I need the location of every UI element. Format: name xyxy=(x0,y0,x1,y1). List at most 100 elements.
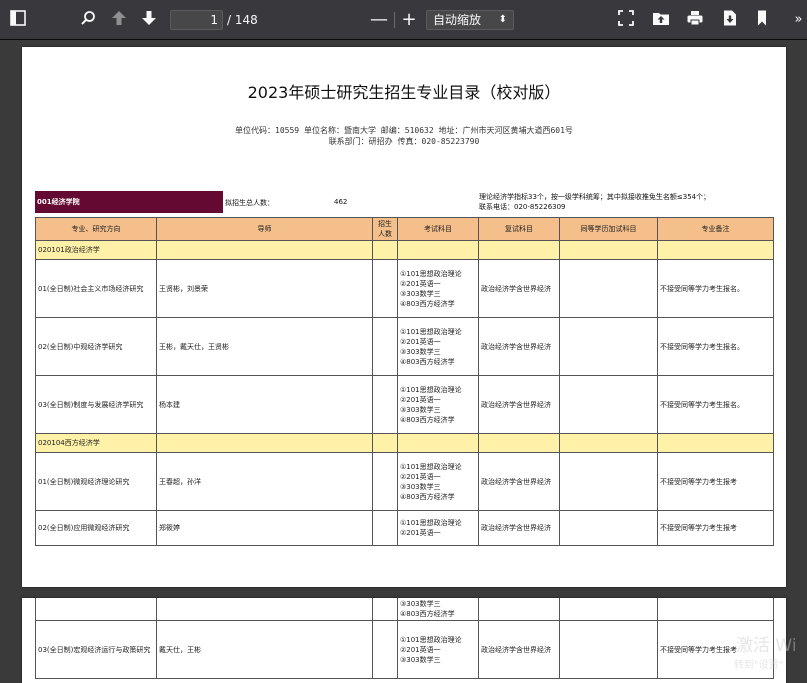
exam-subject-line: ④803西方经济学 xyxy=(400,357,455,366)
direction-name: 01(全日制)社会主义市场经济研究 xyxy=(35,259,157,318)
presentation-mode-icon[interactable] xyxy=(617,9,637,31)
advisor-cell xyxy=(156,598,373,621)
retest-subjects: 政治经济学含世界经济 xyxy=(478,452,560,511)
retest-subjects: 政治经济学含世界经济 xyxy=(478,259,560,318)
major-row: 020101政治经济学 xyxy=(35,240,774,260)
exam-subject-line: ③303数学三 xyxy=(400,289,441,298)
enrollment-count xyxy=(372,510,398,546)
column-header: 同等学历加试科目 xyxy=(559,217,658,241)
exam-subject-line: ①101思想政治理论 xyxy=(400,327,462,336)
retest-subjects xyxy=(478,598,560,621)
exam-subject-line: ②201英语一 xyxy=(400,395,441,404)
table-cell xyxy=(478,433,560,453)
column-header: 专业、研究方向 xyxy=(35,217,157,241)
plan-total-value: 462 xyxy=(334,198,348,206)
quota-note: 理论经济学指标33个，按一级学科统筹；其中拟接收推免生名额≤354个； 联系电话… xyxy=(479,192,710,212)
retest-subjects: 政治经济学含世界经济 xyxy=(478,620,560,679)
page-number-input[interactable] xyxy=(170,10,223,30)
major-name: 020101政治经济学 xyxy=(35,240,157,260)
search-icon[interactable] xyxy=(79,9,101,31)
enrollment-count xyxy=(372,259,398,318)
table-row: 01(全日制)微观经济理论研究 王春超，孙洋 ①101思想政治理论 ②201英语一 ③3… xyxy=(35,452,774,511)
table-cell xyxy=(559,240,658,260)
sidebar-toggle-icon[interactable] xyxy=(9,9,29,31)
direction-name: 03(全日制)制度与发展经济学研究 xyxy=(35,375,157,434)
major-name: 020104西方经济学 xyxy=(35,433,157,453)
exam-subjects: ①101思想政治理论 ②201英语一 ③303数学三 ④803西方经济学 xyxy=(397,259,479,318)
document-title: 2023年硕士研究生招生专业目录（校对版） xyxy=(247,83,561,102)
unit-info: 单位代码：10559 单位名称：暨南大学 邮编：510632 地址：广州市天河区… xyxy=(235,126,573,135)
next-page-icon[interactable] xyxy=(140,9,162,31)
pdf-page-2: ③303数学三 ④803西方经济学 03(全日制)宏观经济运行与政策研究 戴天仕，王彬… xyxy=(22,598,786,683)
table-cell xyxy=(478,240,560,260)
enrollment-count xyxy=(372,620,398,679)
table-row: 02(全日制)中观经济学研究 王彬，戴天仕，王贤彬 ①101思想政治理论 ②201英语… xyxy=(35,317,774,376)
catalog-table-body: 020101政治经济学 01(全日制)社会主义市场经济研究 王贤彬，刘景荣 ①101思… xyxy=(35,240,774,546)
table-cell xyxy=(397,433,479,453)
table-row: 01(全日制)社会主义市场经济研究 王贤彬，刘景荣 ①101思想政治理论 ②201英语… xyxy=(35,259,774,318)
column-header: 专业备注 xyxy=(657,217,774,241)
more-tools-icon[interactable]: » xyxy=(790,9,807,31)
exam-subject-line: ②201英语一 xyxy=(400,337,441,346)
enrollment-count xyxy=(372,317,398,376)
windows-activation-watermark: 激活 Wi 转到"设置" xyxy=(734,637,797,675)
remarks-cell: 不接受同等学力考生报考 xyxy=(657,452,774,511)
advisor-cell: 戴天仕，王彬 xyxy=(156,620,373,679)
remarks-cell: 不接受同等学力考生报名。 xyxy=(657,317,774,376)
retest-subjects: 政治经济学含世界经济 xyxy=(478,317,560,376)
remarks-cell: 不接受同等学力考生报名。 xyxy=(657,375,774,434)
zoom-out-button[interactable]: — xyxy=(370,9,388,31)
select-arrows-icon: ⬍ xyxy=(498,14,507,25)
remarks-cell: 不接受同等学力考生报考 xyxy=(657,510,774,546)
zoom-in-button[interactable]: + xyxy=(400,9,418,31)
extra-subjects xyxy=(559,259,658,318)
direction-name xyxy=(35,598,157,621)
extra-subjects xyxy=(559,375,658,434)
exam-subject-line: ④803西方经济学 xyxy=(400,609,455,618)
exam-subject-line: ③303数学三 xyxy=(400,599,441,608)
exam-subject-line: ①101思想政治理论 xyxy=(400,635,462,644)
plan-total-label: 拟招生总人数： xyxy=(225,199,274,207)
table-cell xyxy=(397,240,479,260)
pdf-toolbar: / 148 — + 自动缩放 ⬍ » xyxy=(0,0,807,40)
print-icon[interactable] xyxy=(686,9,708,31)
extra-subjects xyxy=(559,620,658,679)
column-header: 招生人数 xyxy=(372,217,398,241)
table-cell xyxy=(657,240,774,260)
enrollment-count xyxy=(372,452,398,511)
bookmark-icon[interactable] xyxy=(755,9,771,31)
exam-subject-line: ④803西方经济学 xyxy=(400,492,455,501)
remarks-cell xyxy=(657,598,774,621)
exam-subject-line: ③303数学三 xyxy=(400,655,441,664)
download-icon[interactable] xyxy=(721,9,741,31)
advisor-cell: 王彬，戴天仕，王贤彬 xyxy=(156,317,373,376)
major-row: 020104西方经济学 xyxy=(35,433,774,453)
direction-name: 01(全日制)微观经济理论研究 xyxy=(35,452,157,511)
exam-subject-line: ②201英语一 xyxy=(400,529,441,537)
exam-subject-line: ③303数学三 xyxy=(400,405,441,414)
exam-subject-line: ①101思想政治理论 xyxy=(400,269,462,278)
table-cell xyxy=(372,433,398,453)
open-file-icon[interactable] xyxy=(652,9,672,31)
exam-subject-line: ①101思想政治理论 xyxy=(400,462,462,471)
column-header: 考试科目 xyxy=(397,217,479,241)
advisor-cell: 杨本建 xyxy=(156,375,373,434)
exam-subject-line: ④803西方经济学 xyxy=(400,299,455,308)
exam-subjects: ③303数学三 ④803西方经济学 xyxy=(397,598,479,621)
extra-subjects xyxy=(559,510,658,546)
exam-subject-line: ②201英语一 xyxy=(400,472,441,481)
zoom-select[interactable]: 自动缩放 ⬍ xyxy=(426,10,514,30)
watermark-subline: 转到"设置" xyxy=(734,660,784,671)
extra-subjects xyxy=(559,317,658,376)
remarks-cell: 不接受同等学力考生报名。 xyxy=(657,259,774,318)
enrollment-count xyxy=(372,375,398,434)
table-cell xyxy=(657,433,774,453)
exam-subject-line: ③303数学三 xyxy=(400,482,441,491)
exam-subjects: ①101思想政治理论 ②201英语一 ③303数学三 ④803西方经济学 xyxy=(397,452,479,511)
previous-page-icon[interactable] xyxy=(110,9,132,31)
exam-subject-line: ①101思想政治理论 xyxy=(400,519,462,527)
advisor-cell: 郑筱婷 xyxy=(156,510,373,546)
direction-name: 02(全日制)中观经济学研究 xyxy=(35,317,157,376)
retest-subjects: 政治经济学含世界经济 xyxy=(478,510,560,546)
exam-subject-line: ④803西方经济学 xyxy=(400,415,455,424)
